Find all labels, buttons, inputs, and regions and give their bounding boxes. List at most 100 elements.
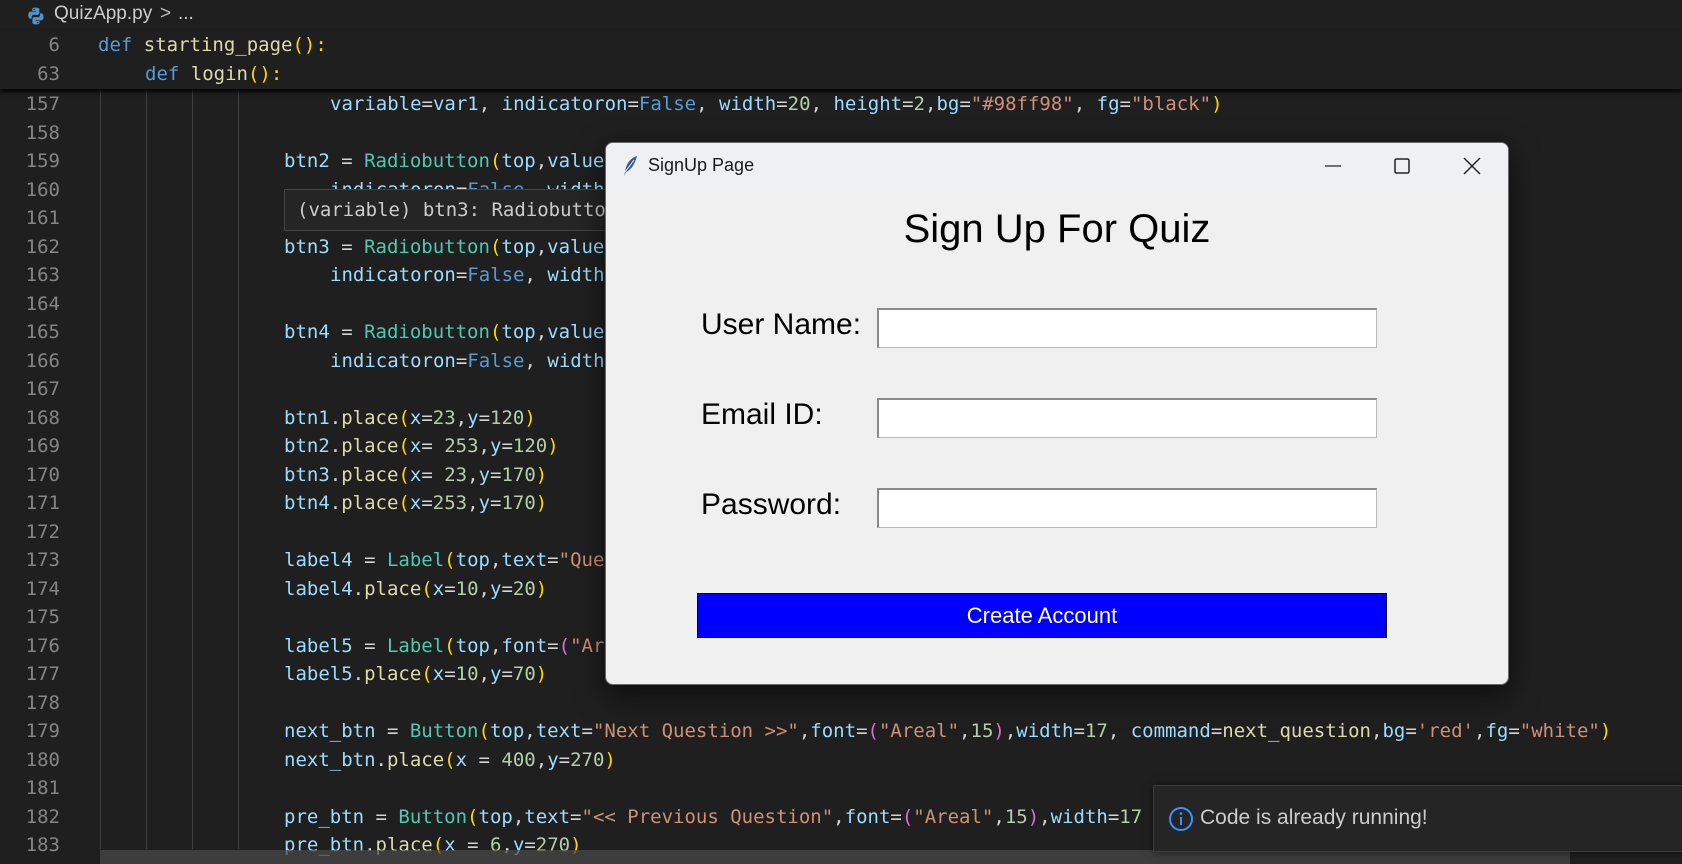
code-token: ( bbox=[867, 720, 879, 742]
close-button[interactable] bbox=[1438, 143, 1506, 189]
code-token: . bbox=[352, 577, 365, 600]
signup-window[interactable]: SignUp Page Sign Up For Quiz User Name: … bbox=[605, 142, 1509, 685]
code-text: label4.place(x=10,y=20) bbox=[284, 575, 547, 604]
code-token: Radiobutton bbox=[364, 150, 490, 172]
code-token: , bbox=[535, 748, 548, 771]
code-token: = bbox=[501, 577, 513, 600]
code-token: = bbox=[1107, 805, 1120, 828]
code-token: = bbox=[547, 549, 559, 571]
code-token: . bbox=[329, 492, 342, 514]
code-line[interactable]: 179 next_btn = Button(top,text="Next Ques… bbox=[0, 717, 1682, 746]
breadcrumb-more[interactable]: ... bbox=[178, 3, 194, 25]
code-token: , bbox=[1004, 720, 1017, 742]
code-line[interactable]: 180 next_btn.place(x = 400,y=270) bbox=[0, 746, 1682, 775]
code-token: , bbox=[524, 264, 548, 286]
code-token: "Ar bbox=[570, 634, 605, 657]
code-token: top bbox=[501, 321, 536, 343]
notification-toast[interactable]: Code is already running! bbox=[1153, 785, 1682, 852]
code-token: , bbox=[478, 93, 502, 115]
code-token: font bbox=[501, 634, 548, 657]
code-token: 2 bbox=[913, 93, 925, 115]
sticky-scroll[interactable]: 6 def starting_page(): 63 def login(): bbox=[0, 31, 1682, 89]
code-token: = bbox=[581, 720, 593, 742]
line-number: 178 bbox=[25, 691, 60, 714]
code-token: value bbox=[547, 321, 605, 343]
line-number: 163 bbox=[25, 264, 60, 286]
code-token: ) bbox=[1211, 93, 1223, 115]
code-token: "black" bbox=[1130, 93, 1212, 115]
code-token: y bbox=[547, 748, 559, 771]
code-token: = bbox=[890, 805, 902, 828]
code-token: , bbox=[696, 93, 720, 115]
code-token: text bbox=[501, 549, 548, 571]
code-token: = bbox=[490, 463, 502, 486]
breadcrumb-file[interactable]: QuizApp.py bbox=[54, 3, 152, 25]
create-account-button[interactable]: Create Account bbox=[697, 593, 1387, 638]
code-token: = bbox=[352, 549, 387, 571]
code-token: = bbox=[329, 235, 365, 258]
line-number: 173 bbox=[25, 549, 60, 571]
code-text: label5.place(x=10,y=70) bbox=[284, 660, 547, 689]
line-number: 181 bbox=[25, 777, 60, 799]
code-token: (): bbox=[247, 63, 283, 85]
code-token: indicatoron bbox=[330, 264, 456, 286]
code-token: variable bbox=[330, 93, 422, 115]
line-number: 63 bbox=[37, 63, 60, 85]
code-token: y bbox=[490, 435, 502, 457]
code-token: = bbox=[856, 720, 868, 742]
code-token: text bbox=[535, 720, 582, 742]
code-token: = bbox=[490, 492, 502, 514]
code-token: ( bbox=[398, 406, 410, 429]
line-number: 160 bbox=[25, 178, 60, 201]
code-line[interactable]: 157 variable=var1, indicatoron=False, wid… bbox=[0, 90, 1682, 119]
email-field[interactable] bbox=[877, 398, 1377, 438]
code-token: , bbox=[1473, 720, 1486, 742]
username-field[interactable] bbox=[877, 308, 1377, 348]
code-token: ( bbox=[398, 435, 410, 457]
code-token: Button bbox=[398, 805, 468, 828]
code-token: Label bbox=[386, 634, 445, 657]
code-token: , bbox=[959, 720, 971, 742]
line-number: 177 bbox=[25, 663, 60, 685]
code-token: = bbox=[467, 748, 502, 771]
code-token: x bbox=[455, 748, 468, 771]
code-line[interactable]: 178 bbox=[0, 689, 1682, 718]
code-token: top bbox=[501, 235, 536, 258]
code-token: . bbox=[329, 406, 342, 429]
line-number: 183 bbox=[25, 834, 60, 856]
code-token: . bbox=[329, 463, 342, 486]
code-token: , bbox=[1039, 805, 1051, 828]
code-text: btn2.place(x= 253,y=120) bbox=[284, 432, 559, 461]
code-token: = bbox=[1210, 720, 1223, 742]
maximize-icon bbox=[1394, 158, 1410, 174]
code-token: bg bbox=[936, 93, 960, 115]
password-label: Password: bbox=[701, 488, 842, 521]
code-token: login bbox=[190, 63, 248, 85]
code-token: ( bbox=[398, 463, 410, 486]
code-token: width bbox=[1050, 805, 1108, 828]
code-token: label5 bbox=[284, 663, 353, 685]
code-token: "#98ff98" bbox=[970, 93, 1074, 115]
code-token: , bbox=[478, 435, 490, 457]
code-token: 70 bbox=[512, 663, 536, 685]
code-text: pre_btn = Button(top,text="<< Previous Q… bbox=[284, 803, 1142, 832]
line-number: 167 bbox=[25, 378, 60, 400]
code-token: , bbox=[798, 720, 811, 742]
code-token: ) bbox=[993, 720, 1005, 742]
code-token: top bbox=[501, 150, 536, 172]
window-titlebar[interactable]: SignUp Page bbox=[606, 143, 1508, 189]
breadcrumb: QuizApp.py > ... bbox=[0, 0, 1682, 30]
code-token: = bbox=[1508, 720, 1520, 742]
code-token: , bbox=[524, 720, 536, 742]
code-line[interactable]: 63 def login(): bbox=[0, 60, 1682, 89]
code-line[interactable]: 6 def starting_page(): bbox=[0, 31, 1682, 60]
code-text: next_btn = Button(top,text="Next Questio… bbox=[284, 717, 1611, 746]
code-token: def bbox=[98, 34, 144, 56]
horizontal-scrollbar[interactable] bbox=[100, 850, 1570, 864]
minimize-button[interactable] bbox=[1299, 143, 1367, 189]
code-token: height bbox=[833, 93, 903, 115]
code-token: (): bbox=[292, 34, 327, 56]
password-field[interactable] bbox=[877, 488, 1377, 528]
code-token: , bbox=[925, 93, 937, 115]
maximize-button[interactable] bbox=[1368, 143, 1436, 189]
